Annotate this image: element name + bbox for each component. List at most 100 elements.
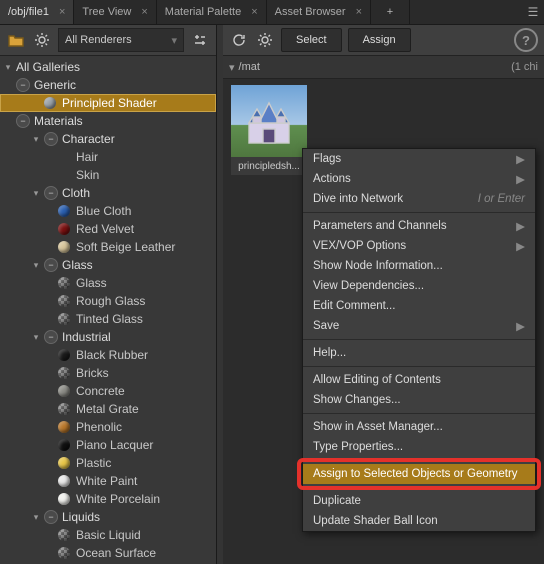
close-icon[interactable]: ×	[356, 6, 362, 18]
submenu-arrow-icon: ▶	[516, 319, 525, 333]
collapse-icon[interactable]: −	[44, 510, 58, 524]
tab[interactable]: Tree View ×	[74, 0, 156, 24]
menu-item-label: Edit Comment...	[313, 300, 395, 312]
menu-item[interactable]: Edit Comment...	[303, 296, 535, 316]
tree-item[interactable]: Phenolic	[0, 418, 216, 436]
menu-item[interactable]: Allow Editing of Contents	[303, 370, 535, 390]
menu-item[interactable]: Assign to Selected Objects or Geometry	[303, 464, 535, 484]
tree-label: Principled Shader	[62, 96, 157, 110]
tree-item[interactable]: White Porcelain	[0, 490, 216, 508]
menu-separator	[303, 460, 535, 461]
tree-item[interactable]: Hair	[0, 148, 216, 166]
menu-separator	[303, 339, 535, 340]
tree-label: Tinted Glass	[76, 312, 143, 326]
tree-group[interactable]: ▾−Industrial	[0, 328, 216, 346]
tree-group[interactable]: −Generic	[0, 76, 216, 94]
tab[interactable]: /obj/file1×	[0, 0, 74, 24]
menu-item[interactable]: Type Properties...	[303, 437, 535, 457]
menu-item[interactable]: Dive into Network I or Enter	[303, 189, 535, 209]
menu-item[interactable]: Flags▶	[303, 149, 535, 169]
add-tab-button[interactable]: +	[371, 0, 410, 24]
tree-item[interactable]: Concrete	[0, 382, 216, 400]
tree-item[interactable]: Rough Glass	[0, 292, 216, 310]
tree-item[interactable]: Piano Lacquer	[0, 436, 216, 454]
node-thumbnail[interactable]: principledsh...	[231, 85, 307, 175]
filter-toggle-icon[interactable]	[190, 30, 210, 50]
collapse-icon[interactable]: −	[16, 78, 30, 92]
renderers-dropdown[interactable]: All Renderers ▾	[58, 28, 184, 52]
menu-item[interactable]: Actions▶	[303, 169, 535, 189]
menu-item[interactable]: Show Changes...	[303, 390, 535, 410]
tree-group[interactable]: ▾−Glass	[0, 256, 216, 274]
menu-item-label: Dive into Network	[313, 193, 403, 205]
menu-item[interactable]: Update Shader Ball Icon	[303, 511, 535, 531]
menu-item[interactable]: Parameters and Channels▶	[303, 216, 535, 236]
select-button[interactable]: Select	[281, 28, 342, 52]
menu-item[interactable]: Show in Asset Manager...	[303, 417, 535, 437]
menu-item-label: Show Changes...	[313, 394, 401, 406]
tree-item[interactable]: Basic Liquid	[0, 526, 216, 544]
tree-item[interactable]: Bricks	[0, 364, 216, 382]
castle-icon	[231, 85, 307, 157]
tree-label: Skin	[76, 168, 99, 182]
material-swatch-icon	[58, 421, 70, 433]
collapse-icon[interactable]: −	[44, 186, 58, 200]
tree-item[interactable]: Red Velvet	[0, 220, 216, 238]
tree-item[interactable]: Metal Grate	[0, 400, 216, 418]
gear-icon[interactable]	[32, 30, 52, 50]
tree-item[interactable]: White Paint	[0, 472, 216, 490]
tree-label: Materials	[34, 114, 83, 128]
menu-item[interactable]: Help...	[303, 343, 535, 363]
tree-item[interactable]: Plastic	[0, 454, 216, 472]
collapse-icon[interactable]: −	[44, 330, 58, 344]
path-bar[interactable]: ▾ /mat (1 chi	[223, 56, 544, 79]
tree-group[interactable]: ▾−Liquids	[0, 508, 216, 526]
menu-item[interactable]: VEX/VOP Options▶	[303, 236, 535, 256]
tree-item[interactable]: Tinted Glass	[0, 310, 216, 328]
material-tree: ▾All Galleries−Generic Principled Shader −…	[0, 56, 216, 564]
menu-item[interactable]: Show Node Information...	[303, 256, 535, 276]
collapse-icon[interactable]: −	[16, 114, 30, 128]
tree-group[interactable]: −Materials	[0, 112, 216, 130]
tree-label: Ocean Surface	[76, 546, 156, 560]
menu-item[interactable]: View Dependencies...	[303, 276, 535, 296]
material-swatch-icon	[58, 241, 70, 253]
tree-item[interactable]: Soft Beige Leather	[0, 238, 216, 256]
help-icon[interactable]: ?	[514, 28, 538, 52]
tree-group[interactable]: ▾−Character	[0, 130, 216, 148]
tab[interactable]: Material Palette×	[157, 0, 267, 24]
menu-item-label: Flags	[313, 153, 341, 165]
refresh-icon[interactable]	[229, 30, 249, 50]
chevron-down-icon: ▾	[30, 187, 42, 199]
tree-item[interactable]: Black Rubber	[0, 346, 216, 364]
close-icon[interactable]: ×	[251, 6, 257, 18]
collapse-icon[interactable]: −	[44, 132, 58, 146]
left-panel: All Renderers ▾ ▾All Galleries−Generic Pr…	[0, 25, 217, 564]
tree-group[interactable]: ▾−Cloth	[0, 184, 216, 202]
assign-button[interactable]: Assign	[348, 28, 411, 52]
menu-item[interactable]: Duplicate	[303, 491, 535, 511]
close-icon[interactable]: ×	[59, 6, 65, 18]
menu-item[interactable]: Save▶	[303, 316, 535, 336]
material-swatch-icon	[58, 385, 70, 397]
open-folder-icon[interactable]	[6, 30, 26, 50]
tree-item[interactable]: Ocean Surface	[0, 544, 216, 562]
menu-item-label: Actions	[313, 173, 351, 185]
tree-label: Phenolic	[76, 420, 122, 434]
tab[interactable]: Asset Browser×	[267, 0, 371, 24]
menu-item-label: Parameters and Channels	[313, 220, 447, 232]
material-swatch-icon	[58, 457, 70, 469]
tabstrip-menu-icon[interactable]: ☰	[522, 0, 544, 24]
gear-icon[interactable]	[255, 30, 275, 50]
tree-item[interactable]: Principled Shader	[0, 94, 216, 112]
tree-label: Plastic	[76, 456, 111, 470]
menu-item-hint: I or Enter	[478, 193, 525, 205]
tree-item[interactable]: Blue Cloth	[0, 202, 216, 220]
tree-root[interactable]: ▾All Galleries	[0, 58, 216, 76]
tree-label: Cloth	[62, 186, 90, 200]
tree-item[interactable]: Skin	[0, 166, 216, 184]
tab-label: Tree View	[82, 6, 131, 18]
tree-item[interactable]: Glass	[0, 274, 216, 292]
collapse-icon[interactable]: −	[44, 258, 58, 272]
close-icon[interactable]: ×	[141, 6, 147, 18]
